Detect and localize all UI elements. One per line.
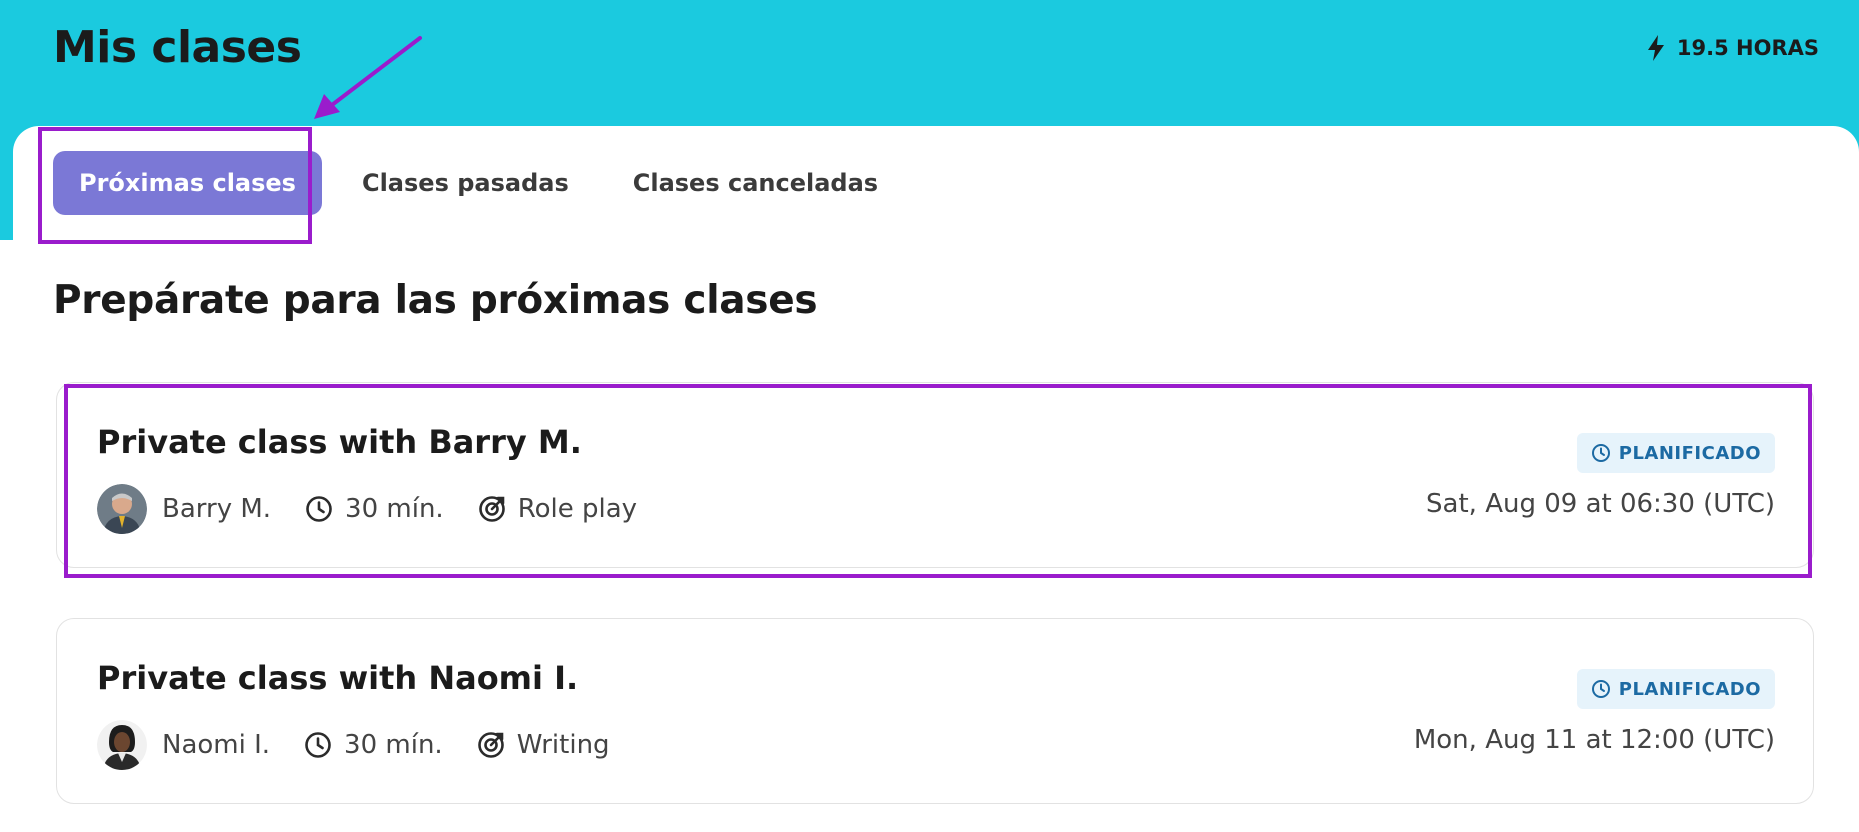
status-badge: PLANIFICADO (1576, 669, 1775, 709)
hours-balance[interactable]: 19.5 HORAS (1645, 34, 1819, 62)
class-meta: Naomi I. 30 mín. Writing (97, 719, 644, 771)
avatar (97, 720, 147, 770)
tab-cancelled-classes[interactable]: Clases canceladas (607, 151, 904, 215)
class-card[interactable]: Private class with Naomi I. Naomi I. 30 … (56, 618, 1814, 804)
tab-past-classes[interactable]: Clases pasadas (336, 151, 595, 215)
class-datetime: Mon, Aug 11 at 12:00 (UTC) (1413, 725, 1775, 755)
teacher-label: Naomi I. (162, 730, 271, 760)
clock-icon (1591, 680, 1610, 698)
hours-label: 19.5 HORAS (1676, 36, 1819, 60)
section-title: Prepárate para las próximas clases (53, 278, 818, 323)
class-duration: 30 mín. (304, 730, 443, 760)
topic-label: Writing (516, 730, 610, 760)
lightning-icon (1647, 35, 1664, 61)
target-icon (477, 732, 504, 758)
class-topic: Writing (477, 730, 610, 760)
annotation-arrow-icon (314, 36, 422, 119)
duration-label: 30 mín. (344, 730, 443, 760)
annotation-highlight-tab (38, 127, 312, 244)
class-title: Private class with Naomi I. (97, 659, 579, 697)
status-label: PLANIFICADO (1618, 678, 1761, 700)
page-title: Mis clases (53, 22, 302, 73)
annotation-highlight-card (64, 384, 1812, 578)
teacher-name: Naomi I. (162, 730, 270, 760)
clock-icon (305, 732, 331, 758)
